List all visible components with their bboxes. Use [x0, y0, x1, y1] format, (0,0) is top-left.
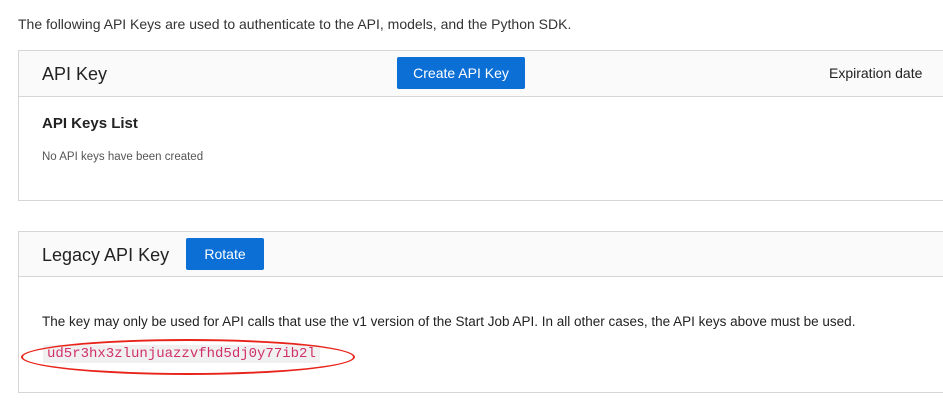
create-api-key-button[interactable]: Create API Key [397, 57, 525, 89]
empty-message: No API keys have been created [42, 151, 204, 163]
api-key-title: API Key [42, 64, 108, 84]
api-keys-list-title: API Keys List [42, 115, 138, 132]
legacy-api-key-panel: Legacy API Key Rotate The key may only b… [18, 231, 943, 393]
legacy-title: Legacy API Key [42, 245, 170, 265]
api-key-panel: API Key Create API Key Expiration date A… [18, 50, 943, 201]
api-key-header: API Key Create API Key Expiration date [19, 51, 943, 97]
rotate-button[interactable]: Rotate [186, 238, 264, 270]
intro-text: The following API Keys are used to authe… [18, 16, 572, 32]
legacy-header: Legacy API Key Rotate [19, 232, 943, 277]
legacy-description: The key may only be used for API calls t… [42, 314, 856, 329]
highlight-oval [21, 339, 355, 375]
expiration-date-header: Expiration date [829, 65, 923, 81]
